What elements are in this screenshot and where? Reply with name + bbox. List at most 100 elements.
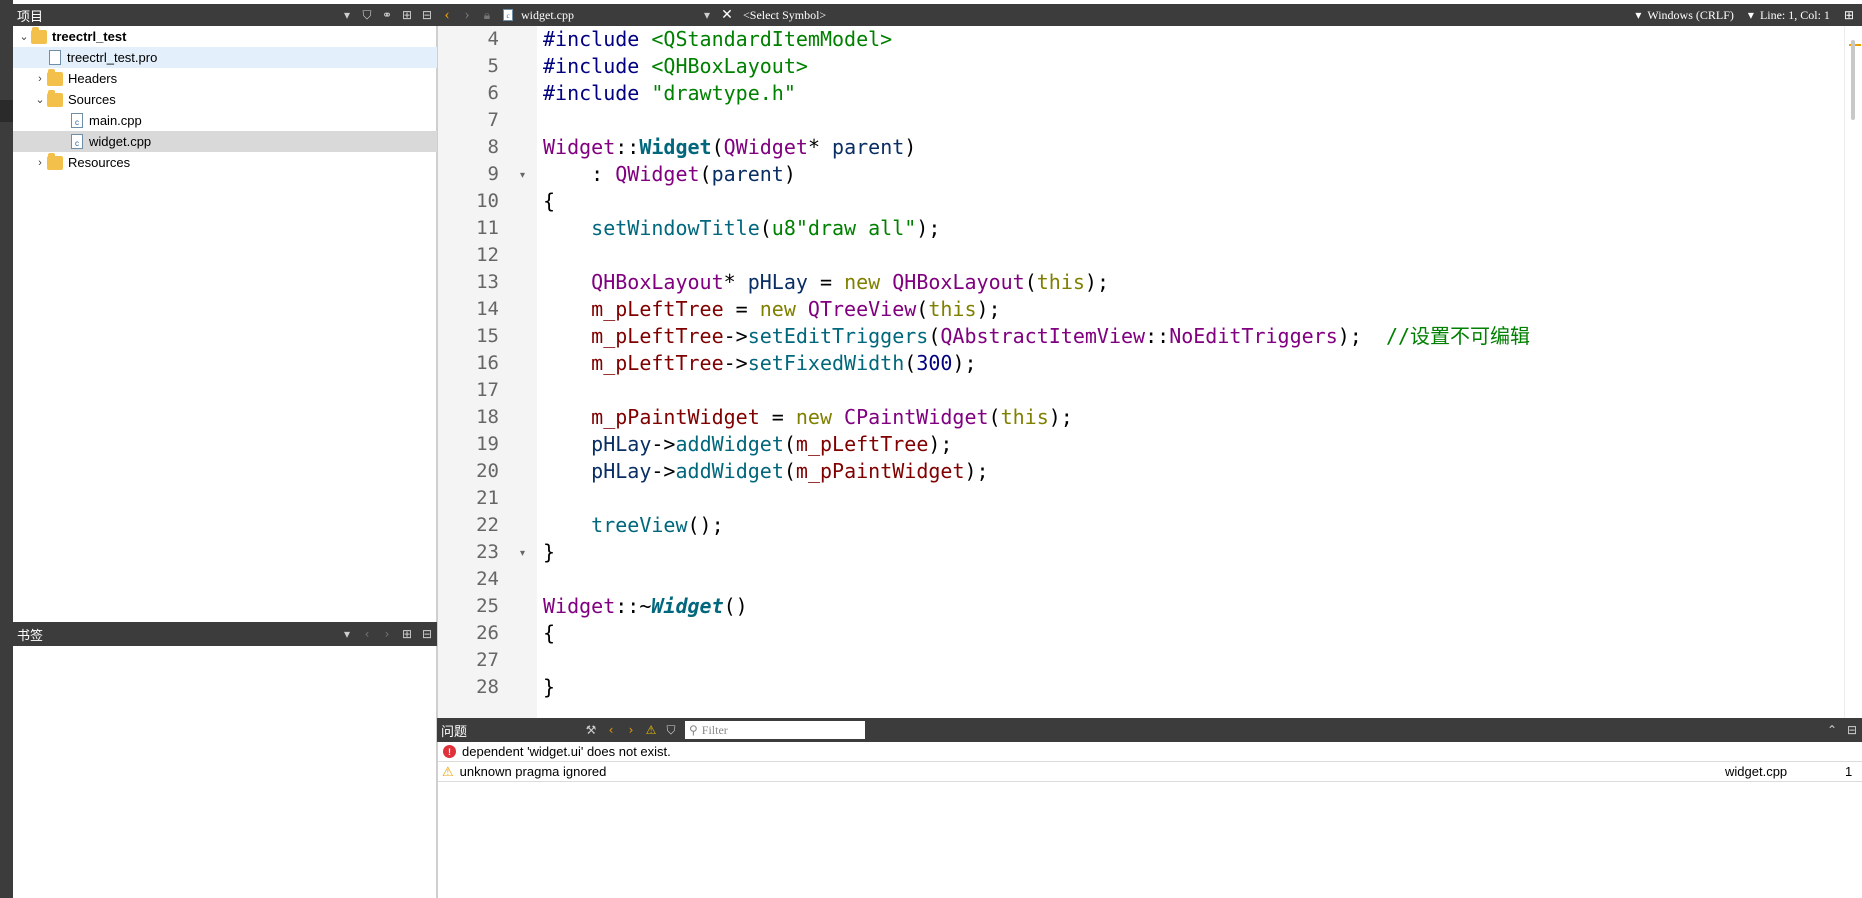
code-line: Widget::Widget(QWidget* parent) <box>543 135 917 159</box>
tree-item-label: treectrl_test.pro <box>67 50 158 65</box>
line-number: 16 <box>476 352 499 374</box>
close-panel-icon[interactable]: ⊟ <box>417 4 437 26</box>
link-icon[interactable]: ⚭ <box>377 4 397 26</box>
back-icon[interactable]: ‹ <box>357 623 377 645</box>
tree-item-label: Headers <box>68 71 118 86</box>
filter-icon[interactable]: ⛉ <box>357 4 377 26</box>
next-issue-icon[interactable]: › <box>621 719 641 741</box>
issues-panel-header: 问题 ⚒ ‹ › ⚠ ⛉ ⚲ Filter ⌃ ⊟ <box>437 718 1862 742</box>
code-line: #include <QStandardItemModel> <box>543 27 893 51</box>
line-number: 27 <box>476 649 499 671</box>
project-tree: ⌄ treectrl_test treectrl_test.pro › Head… <box>13 26 437 622</box>
filter-icon[interactable]: ⛉ <box>661 719 681 741</box>
code-line: m_pLeftTree->setFixedWidth(300); <box>591 351 977 375</box>
pro-file-icon <box>49 50 61 65</box>
line-number: 21 <box>476 487 499 509</box>
fold-marker-icon[interactable]: ▾ <box>520 548 525 559</box>
prev-issue-icon[interactable]: ‹ <box>601 719 621 741</box>
tree-item-label: widget.cpp <box>89 134 152 149</box>
issues-filter-input[interactable]: ⚲ Filter <box>685 721 865 739</box>
scrollbar-thumb[interactable] <box>1851 40 1855 120</box>
file-selector[interactable]: c widget.cpp ▾ <box>497 4 717 26</box>
editor-scrollbar[interactable] <box>1844 26 1862 718</box>
line-number: 18 <box>476 406 499 428</box>
bookmarks-panel-header: 书签 ▾ ‹ › ⊞ ⊟ <box>13 622 437 646</box>
code-line: { <box>543 621 556 645</box>
line-number: 17 <box>476 379 499 401</box>
line-ending-selector[interactable]: ▾ Windows (CRLF) <box>1635 8 1734 23</box>
code-line: pHLay->addWidget(m_pLeftTree); <box>591 432 953 456</box>
headers-folder-icon <box>47 68 63 86</box>
tree-item-resources[interactable]: › Resources <box>13 152 437 173</box>
line-number: 5 <box>487 55 499 77</box>
chevron-down-icon[interactable]: ▾ <box>337 623 357 645</box>
editor-status: ▾ Windows (CRLF) ▾ Line: 1, Col: 1 ⊞ <box>1635 8 1862 23</box>
close-panel-icon[interactable]: ⊟ <box>1842 719 1862 741</box>
cursor-position[interactable]: ▾ Line: 1, Col: 1 <box>1748 8 1830 23</box>
line-number: 10 <box>476 190 499 212</box>
tree-item-pro-file[interactable]: treectrl_test.pro <box>13 47 437 68</box>
code-line: QHBoxLayout* pHLay = new QHBoxLayout(thi… <box>591 270 1109 294</box>
symbol-selector[interactable]: <Select Symbol> <box>737 8 1635 23</box>
split-icon[interactable]: ⊞ <box>397 4 417 26</box>
issues-filter-placeholder: Filter <box>701 722 728 737</box>
close-panel-icon[interactable]: ⊟ <box>417 623 437 645</box>
tree-item-headers[interactable]: › Headers <box>13 68 437 89</box>
chevron-right-icon[interactable]: › <box>33 73 47 85</box>
mode-sidebar-active[interactable] <box>0 100 13 122</box>
bookmarks-panel-title: 书签 <box>17 628 44 644</box>
tree-item-main-cpp[interactable]: c main.cpp <box>13 110 437 131</box>
nav-back-icon[interactable]: ‹ <box>437 4 457 26</box>
tree-item-label: Sources <box>68 92 116 107</box>
chevron-down-icon[interactable]: ⌄ <box>17 30 31 43</box>
issue-row[interactable]: ⚠ unknown pragma ignored widget.cpp 1 <box>438 762 1862 782</box>
warning-filter-icon[interactable]: ⚠ <box>641 719 661 741</box>
line-number: 19 <box>476 433 499 455</box>
forward-icon[interactable]: › <box>377 623 397 645</box>
code-line: Widget::~Widget() <box>543 594 748 618</box>
issue-text: dependent 'widget.ui' does not exist. <box>462 744 671 759</box>
code-line: m_pPaintWidget = new CPaintWidget(this); <box>591 405 1073 429</box>
lock-icon[interactable]: 🔒︎ <box>477 4 497 26</box>
error-icon: ! <box>443 745 456 758</box>
line-number: 15 <box>476 325 499 347</box>
maximize-panel-icon[interactable]: ⌃ <box>1822 719 1842 741</box>
close-icon[interactable]: ✕ <box>717 4 737 26</box>
tree-item-widget-cpp[interactable]: c widget.cpp <box>13 131 437 152</box>
bookmarks-list <box>13 646 437 898</box>
line-number: 25 <box>476 595 499 617</box>
tree-item-project[interactable]: ⌄ treectrl_test <box>13 26 437 47</box>
line-number-gutter: 4 5 6 7 8 9 10 11 12 13 14 15 16 17 18 1… <box>437 26 537 718</box>
issue-row[interactable]: ! dependent 'widget.ui' does not exist. <box>438 742 1862 762</box>
chevron-down-icon[interactable]: ⌄ <box>33 93 47 106</box>
chevron-down-icon[interactable]: ▾ <box>337 4 357 26</box>
code-line: } <box>543 540 556 564</box>
file-selector-label: widget.cpp <box>521 7 574 22</box>
line-number: 4 <box>487 28 499 50</box>
project-panel-title: 项目 <box>17 9 44 25</box>
issue-text: unknown pragma ignored <box>459 764 607 779</box>
tree-item-sources[interactable]: ⌄ Sources <box>13 89 437 110</box>
tree-item-label: Resources <box>68 155 131 170</box>
mode-sidebar <box>0 0 13 898</box>
chevron-right-icon[interactable]: › <box>33 157 47 169</box>
search-icon: ⚲ <box>689 722 698 737</box>
tree-item-label: main.cpp <box>89 113 142 128</box>
fold-marker-icon[interactable]: ▾ <box>520 170 525 181</box>
split-icon[interactable]: ⊞ <box>1844 8 1854 23</box>
nav-forward-icon[interactable]: › <box>457 4 477 26</box>
code-line: setWindowTitle(u8"draw all"); <box>591 216 941 240</box>
split-icon[interactable]: ⊞ <box>397 623 417 645</box>
code-line: } <box>543 675 556 699</box>
line-ending-label: Windows (CRLF) <box>1647 7 1734 22</box>
include-path: "drawtype.h" <box>651 81 796 105</box>
code-line: treeView(); <box>591 513 724 537</box>
line-number: 28 <box>476 676 499 698</box>
editor-toolbar: ‹ › 🔒︎ c widget.cpp ▾ ✕ <Select Symbol> … <box>437 4 1862 26</box>
issue-line: 1 <box>1845 764 1853 779</box>
clean-icon[interactable]: ⚒ <box>581 719 601 741</box>
project-panel-header: 项目 ▾ ⛉ ⚭ ⊞ ⊟ <box>13 4 437 26</box>
cpp-file-icon: c <box>71 113 83 128</box>
line-number: 13 <box>476 271 499 293</box>
code-editor[interactable]: #include <QStandardItemModel> #include <… <box>537 26 1844 718</box>
